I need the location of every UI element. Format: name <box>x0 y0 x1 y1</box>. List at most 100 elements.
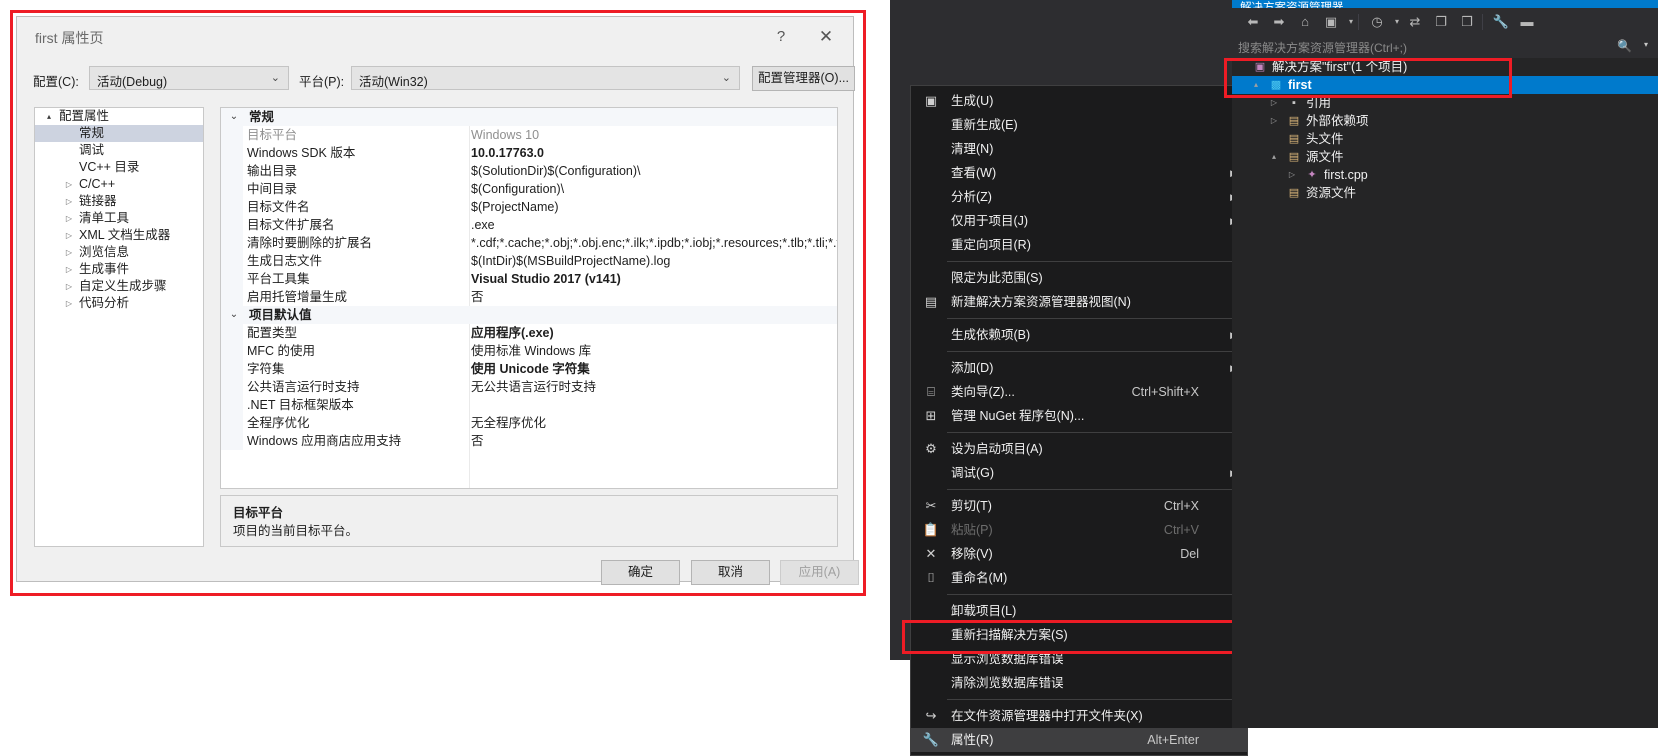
context-menu-item[interactable]: ⌸ 类向导(Z)... Ctrl+Shift+X <box>911 380 1247 404</box>
property-value[interactable]: *.cdf;*.cache;*.obj;*.obj.enc;*.ilk;*.ip… <box>471 234 837 252</box>
property-grid-row[interactable]: 输出目录 $(SolutionDir)$(Configuration)\ <box>221 162 837 180</box>
property-value[interactable]: 使用标准 Windows 库 <box>471 342 591 360</box>
chevron-right-icon[interactable]: ▷ <box>63 278 75 295</box>
property-value[interactable]: 否 <box>471 288 484 306</box>
home-icon[interactable]: ⌂ <box>1294 12 1316 32</box>
property-value[interactable]: 无公共语言运行时支持 <box>471 378 596 396</box>
expander-closed-icon[interactable]: ▷ <box>1268 94 1280 112</box>
search-icon[interactable]: 🔍 <box>1617 39 1632 53</box>
chevron-right-icon[interactable]: ▷ <box>63 261 75 278</box>
property-value[interactable]: $(ProjectName) <box>471 198 559 216</box>
solution-tree-item[interactable]: ▣ 解决方案"first"(1 个项目) <box>1232 58 1658 76</box>
context-menu-item[interactable]: 限定为此范围(S) <box>911 266 1247 290</box>
help-icon[interactable]: ? <box>767 25 795 49</box>
property-grid-row[interactable]: 公共语言运行时支持 无公共语言运行时支持 <box>221 378 837 396</box>
forward-icon[interactable]: ➡ <box>1268 12 1290 32</box>
context-menu-item[interactable]: 卸载项目(L) <box>911 599 1247 623</box>
context-menu-item[interactable]: 🔧 属性(R) Alt+Enter <box>911 728 1247 752</box>
properties-window-icon[interactable]: ❒ <box>1456 12 1478 32</box>
expander-closed-icon[interactable]: ▷ <box>1268 112 1280 130</box>
property-tree-item[interactable]: ▷ 链接器 <box>35 193 203 210</box>
property-value[interactable]: Windows 10 <box>471 126 539 144</box>
context-menu-item[interactable]: ✂ 剪切(T) Ctrl+X <box>911 494 1247 518</box>
property-tree-item[interactable]: ▷ XML 文档生成器 <box>35 227 203 244</box>
context-menu-item[interactable]: 清除浏览数据库错误 <box>911 671 1247 695</box>
property-value[interactable]: $(IntDir)$(MSBuildProjectName).log <box>471 252 670 270</box>
property-tree-item[interactable]: VC++ 目录 <box>35 159 203 176</box>
context-menu-item[interactable]: 查看(W)▶ <box>911 161 1247 185</box>
property-tree-item[interactable]: ▴ 配置属性 <box>35 108 203 125</box>
property-tree-item[interactable]: 调试 <box>35 142 203 159</box>
property-tree-item[interactable]: ▷ C/C++ <box>35 176 203 193</box>
property-grid[interactable]: ⌄ 常规 目标平台 Windows 10 Windows SDK 版本 10.0.1776… <box>220 107 838 489</box>
context-menu-item[interactable]: 重定向项目(R) <box>911 233 1247 257</box>
search-input[interactable]: 搜索解决方案资源管理器(Ctrl+;) <box>1238 39 1407 56</box>
solution-tree-item[interactable]: ▴ ▤ 源文件 <box>1232 148 1658 166</box>
expander-open-icon[interactable]: ▴ <box>1268 148 1280 166</box>
back-icon[interactable]: ⬅ <box>1242 12 1264 32</box>
project-context-menu[interactable]: ▣ 生成(U) 重新生成(E) 清理(N) 查看(W)▶分析(Z)▶仅用于项目(J)▶ 重… <box>910 85 1248 756</box>
property-grid-row[interactable]: 目标平台 Windows 10 <box>221 126 837 144</box>
property-tree-item[interactable]: ▷ 浏览信息 <box>35 244 203 261</box>
chevron-right-icon[interactable]: ▷ <box>63 210 75 227</box>
property-grid-row[interactable]: 平台工具集 Visual Studio 2017 (v141) <box>221 270 837 288</box>
property-grid-row[interactable]: 全程序优化 无全程序优化 <box>221 414 837 432</box>
property-value[interactable]: 10.0.17763.0 <box>471 144 544 162</box>
apply-button[interactable]: 应用(A) <box>780 560 859 585</box>
chevron-right-icon[interactable]: ▷ <box>63 227 75 244</box>
property-grid-row[interactable]: 字符集 使用 Unicode 字符集 <box>221 360 837 378</box>
context-menu-item[interactable]: ▤ 新建解决方案资源管理器视图(N) <box>911 290 1247 314</box>
context-menu-item[interactable]: 调试(G)▶ <box>911 461 1247 485</box>
property-tree-item[interactable]: ▷ 自定义生成步骤 <box>35 278 203 295</box>
property-grid-row[interactable]: Windows 应用商店应用支持 否 <box>221 432 837 450</box>
chevron-right-icon[interactable]: ▷ <box>63 193 75 210</box>
configuration-manager-button[interactable]: 配置管理器(O)... <box>752 66 855 91</box>
chevron-down-icon[interactable]: ⌄ <box>227 108 241 126</box>
context-menu-item[interactable]: ↪ 在文件资源管理器中打开文件夹(X) <box>911 704 1247 728</box>
property-value[interactable]: 使用 Unicode 字符集 <box>471 360 590 378</box>
close-icon[interactable]: ✕ <box>811 25 841 49</box>
context-menu-item[interactable]: 清理(N) <box>911 137 1247 161</box>
chevron-right-icon[interactable]: ▷ <box>63 176 75 193</box>
property-value[interactable]: Visual Studio 2017 (v141) <box>471 270 621 288</box>
dropdown2-icon[interactable]: ▾ <box>1392 12 1402 32</box>
solution-tree-item[interactable]: ▷ ▪ 引用 <box>1232 94 1658 112</box>
solution-tree-item[interactable]: ▤ 资源文件 <box>1232 184 1658 202</box>
context-menu-item[interactable]: ⌷ 重命名(M) <box>911 566 1247 590</box>
chevron-down-icon[interactable]: ▾ <box>1644 40 1648 49</box>
solution-tree[interactable]: ▣ 解决方案"first"(1 个项目) ▴ ▩ first ▷ ▪ 引用 ▷ ▤ 外部依赖项 ▤ 头文… <box>1232 58 1658 202</box>
solution-tree-item[interactable]: ▷ ✦ first.cpp <box>1232 166 1658 184</box>
property-tree-item[interactable]: 常规 <box>35 125 203 142</box>
cancel-button[interactable]: 取消 <box>691 560 770 585</box>
context-menu-item[interactable]: ✕ 移除(V) Del <box>911 542 1247 566</box>
property-grid-row[interactable]: 配置类型 应用程序(.exe) <box>221 324 837 342</box>
property-grid-row[interactable]: Windows SDK 版本 10.0.17763.0 <box>221 144 837 162</box>
property-value[interactable]: 无全程序优化 <box>471 414 546 432</box>
property-grid-row[interactable]: 清除时要删除的扩展名 *.cdf;*.cache;*.obj;*.obj.enc;… <box>221 234 837 252</box>
property-grid-row[interactable]: 目标文件扩展名 .exe <box>221 216 837 234</box>
solution-tree-item[interactable]: ▴ ▩ first <box>1232 76 1658 94</box>
context-menu-item[interactable]: 生成依赖项(B)▶ <box>911 323 1247 347</box>
context-menu-item[interactable]: 添加(D)▶ <box>911 356 1247 380</box>
property-category-tree[interactable]: ▴ 配置属性 常规 调试 VC++ 目录 ▷ C/C++ ▷ 链接器 ▷ 清单工具 ▷ XML 文档生成… <box>34 107 204 547</box>
property-value[interactable]: .exe <box>471 216 495 234</box>
solution-explorer-toolbar[interactable]: ⬅ ➡ ⌂ ▣ ▾ ◷ ▾ ⇄ ❐ ❒ 🔧 ▬ <box>1232 8 1658 36</box>
chevron-right-icon[interactable]: ▷ <box>63 244 75 261</box>
property-grid-category[interactable]: ⌄ 项目默认值 <box>221 306 837 324</box>
property-grid-row[interactable]: 生成日志文件 $(IntDir)$(MSBuildProjectName).log <box>221 252 837 270</box>
dropdown-icon[interactable]: ▾ <box>1346 12 1356 32</box>
expander-open-icon[interactable]: ▴ <box>1250 76 1262 94</box>
property-tree-item[interactable]: ▷ 清单工具 <box>35 210 203 227</box>
wrench-icon[interactable]: 🔧 <box>1490 12 1512 32</box>
expander-icon[interactable]: ▴ <box>43 108 55 125</box>
context-menu-item[interactable]: 分析(Z)▶ <box>911 185 1247 209</box>
context-menu-item[interactable]: ▣ 生成(U) <box>911 89 1247 113</box>
chevron-right-icon[interactable]: ▷ <box>63 295 75 312</box>
expander-closed-icon[interactable]: ▷ <box>1286 166 1298 184</box>
property-value[interactable]: $(SolutionDir)$(Configuration)\ <box>471 162 641 180</box>
context-menu-item[interactable]: 显示浏览数据库错误 <box>911 647 1247 671</box>
pending-changes-icon[interactable]: ◷ <box>1366 12 1388 32</box>
context-menu-item[interactable]: ⊞ 管理 NuGet 程序包(N)... <box>911 404 1247 428</box>
property-grid-row[interactable]: 中间目录 $(Configuration)\ <box>221 180 837 198</box>
property-grid-row[interactable]: 目标文件名 $(ProjectName) <box>221 198 837 216</box>
